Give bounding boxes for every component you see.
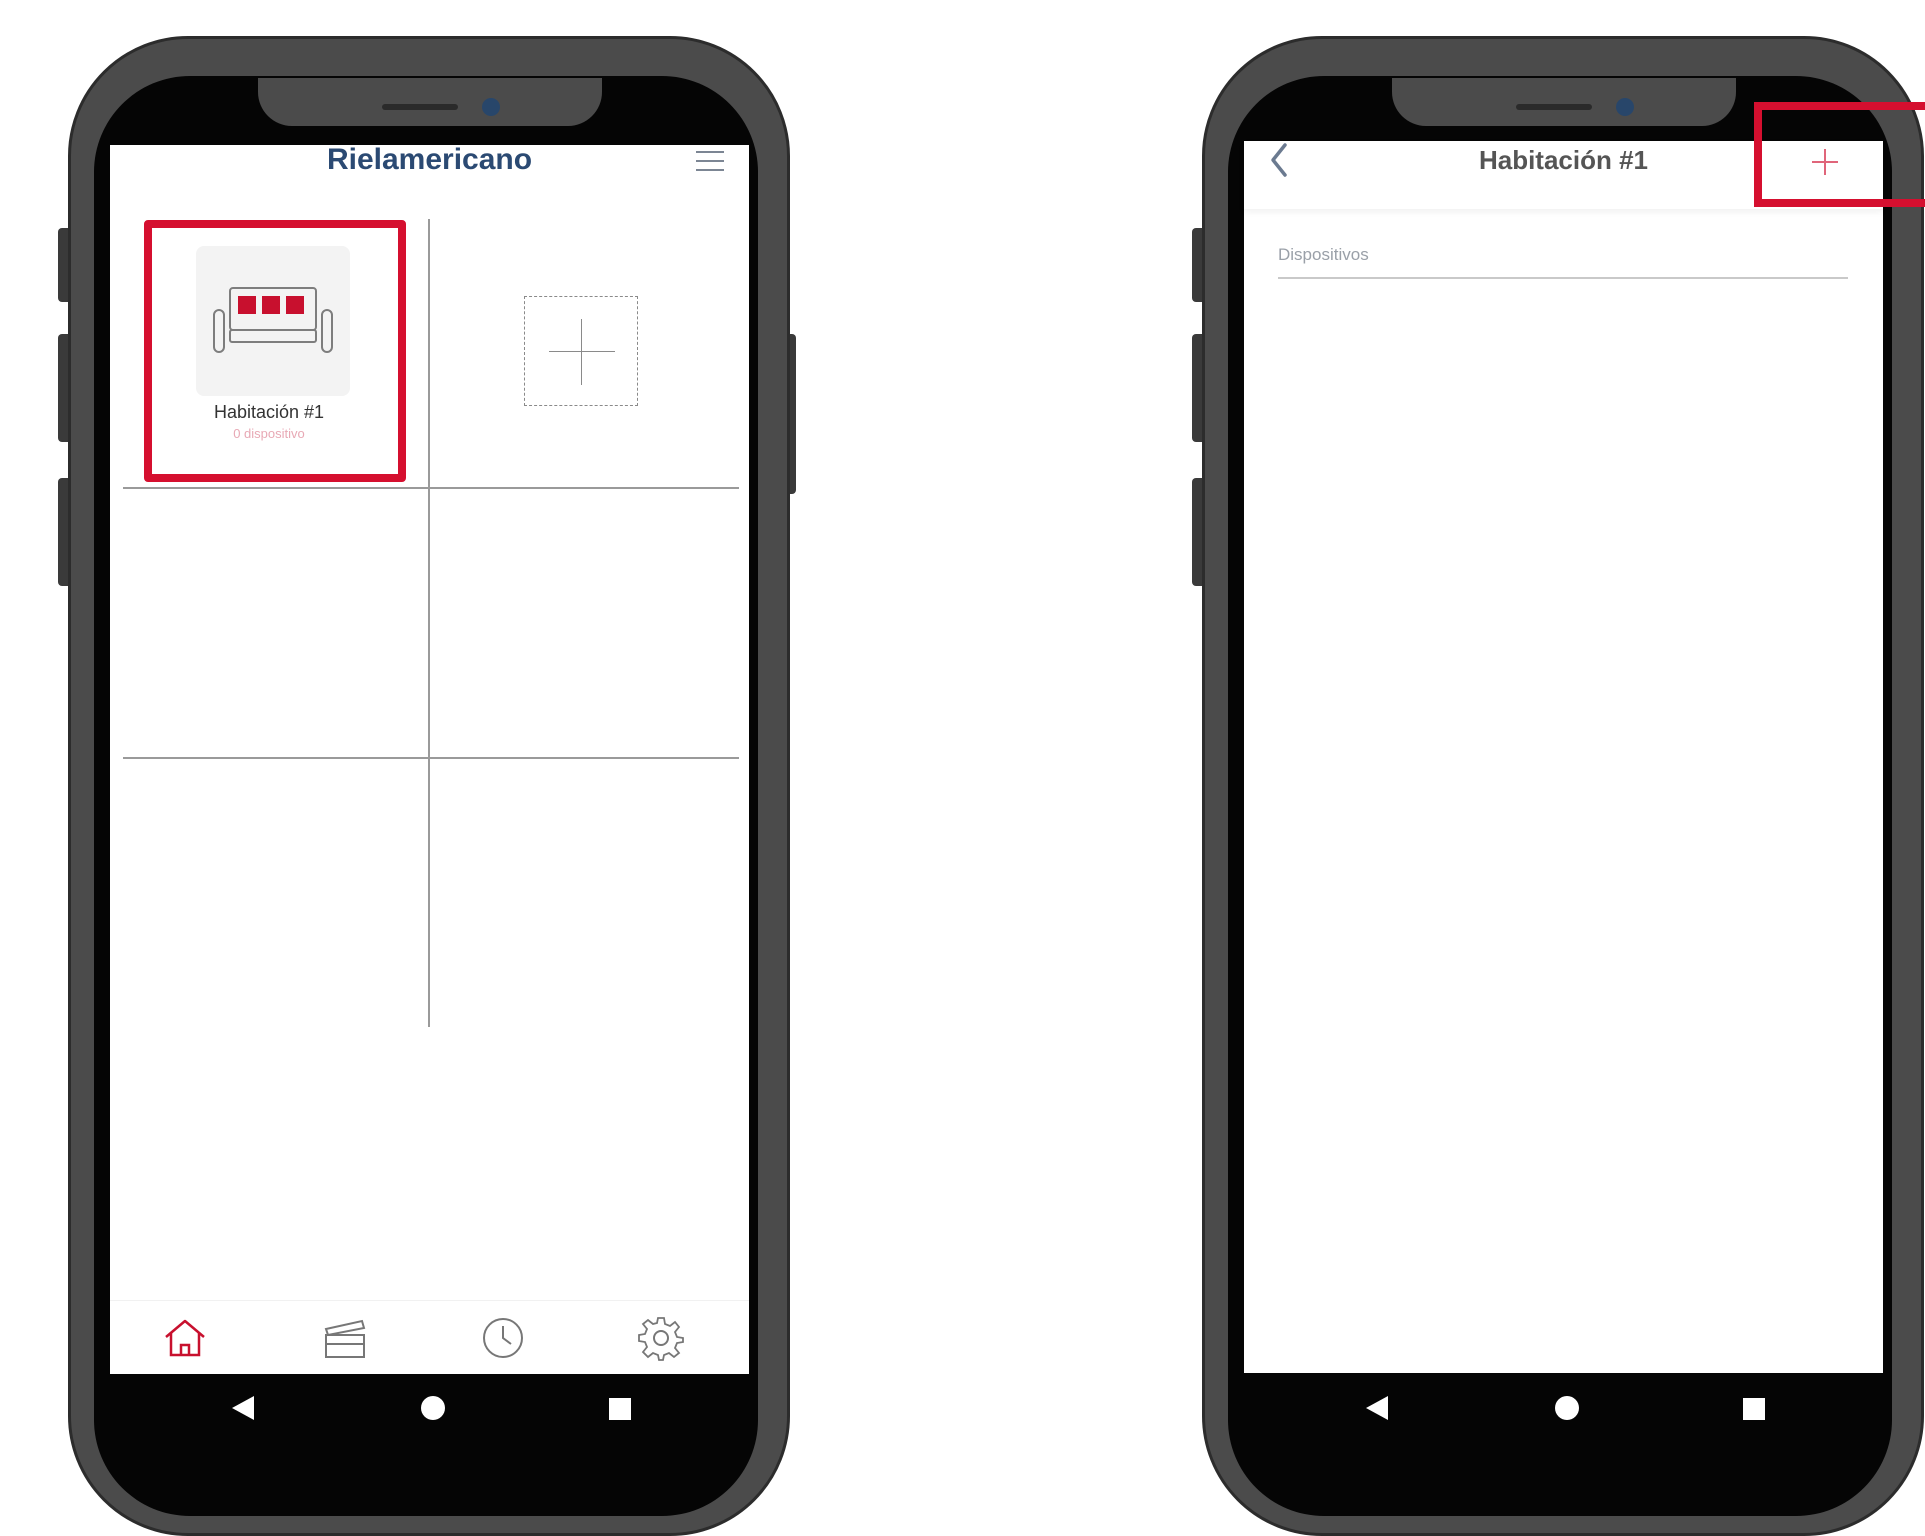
clock-icon[interactable] <box>480 1315 526 1361</box>
speaker-grille <box>1516 104 1592 110</box>
section-label: Dispositivos <box>1278 245 1369 264</box>
system-back-button[interactable] <box>232 1396 254 1420</box>
system-home-button[interactable] <box>421 1396 445 1420</box>
right-phone: Habitación #1 Dispositivos <box>1134 0 1925 1536</box>
highlight-box <box>1754 102 1925 207</box>
bottom-nav <box>110 1300 749 1374</box>
system-home-button[interactable] <box>1555 1396 1579 1420</box>
menu-icon[interactable] <box>696 151 724 173</box>
section-underline <box>1278 277 1848 279</box>
scenes-icon[interactable] <box>322 1317 368 1359</box>
home-icon[interactable] <box>162 1317 208 1359</box>
plus-icon <box>549 351 615 352</box>
app-title: Rielamericano <box>326 143 533 176</box>
screen: Habitación #1 Dispositivos <box>1244 141 1883 1373</box>
speaker-grille <box>382 104 458 110</box>
screen: Rielamericano Habitación #1 0 dispositiv… <box>110 143 749 1374</box>
add-room-button[interactable] <box>524 296 638 406</box>
highlight-box <box>144 220 406 482</box>
system-recents-button[interactable] <box>609 1398 631 1420</box>
front-camera <box>482 98 500 116</box>
notch <box>258 78 602 126</box>
grid-divider <box>428 219 430 1027</box>
system-recents-button[interactable] <box>1743 1398 1765 1420</box>
front-camera <box>1616 98 1634 116</box>
system-back-button[interactable] <box>1366 1396 1388 1420</box>
gear-icon[interactable] <box>638 1315 684 1361</box>
grid-divider <box>123 757 739 759</box>
left-phone: Rielamericano Habitación #1 0 dispositiv… <box>0 0 800 1536</box>
grid-divider <box>123 487 739 489</box>
notch <box>1392 78 1736 126</box>
